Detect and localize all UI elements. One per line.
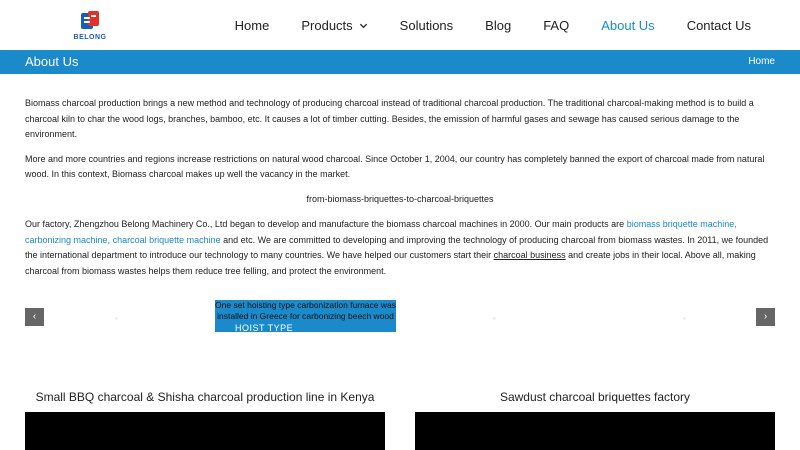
logo-text: BELONG: [73, 34, 107, 41]
slider-next-button[interactable]: ›: [756, 308, 775, 326]
link-charcoal-business[interactable]: charcoal business: [494, 250, 566, 260]
nav-blog[interactable]: Blog: [485, 18, 511, 33]
nav-faq[interactable]: FAQ: [543, 18, 569, 33]
slider-dot: [115, 317, 118, 320]
page-title-bar: About Us Home: [0, 50, 800, 74]
slide-caption: One set hoisting type carbonization furn…: [215, 300, 396, 321]
paragraph-2: More and more countries and regions incr…: [25, 153, 765, 180]
site-header: BELONG Home Products Solutions Blog FAQ …: [0, 0, 800, 50]
nav-products-label: Products: [301, 17, 353, 33]
chevron-down-icon: [359, 23, 367, 28]
paragraph-1: Biomass charcoal production brings a new…: [25, 98, 754, 139]
nav-home[interactable]: Home: [235, 18, 270, 33]
link-biomass-briquette-machine[interactable]: biomass briquette machine,: [627, 219, 737, 229]
belong-logo[interactable]: BELONG: [70, 10, 110, 44]
p3-text-a: Our factory, Zhengzhou Belong Machinery …: [25, 219, 627, 229]
image-alt-text: from-biomass-briquettes-to-charcoal-briq…: [306, 193, 494, 204]
nav-products[interactable]: Products: [301, 18, 367, 33]
link-carbonizing-machine[interactable]: carbonizing machine,: [25, 235, 110, 245]
slide-tag: HOIST TYPE: [235, 323, 294, 332]
video-title-sawdust: Sawdust charcoal briquettes factory: [499, 390, 691, 404]
nav-contact-us[interactable]: Contact Us: [687, 18, 751, 33]
video-title-kenya: Small BBQ charcoal & Shisha charcoal pro…: [35, 390, 375, 404]
main-nav: Home Products Solutions Blog FAQ About U…: [235, 0, 800, 50]
paragraph-3: Our factory, Zhengzhou Belong Machinery …: [25, 217, 775, 279]
video-player-sawdust[interactable]: [415, 412, 775, 450]
slider-dot: [493, 317, 496, 320]
about-content: Biomass charcoal production brings a new…: [25, 96, 775, 288]
video-player-kenya[interactable]: [25, 412, 385, 450]
nav-about-us[interactable]: About Us: [601, 18, 654, 33]
link-charcoal-briquette-machine[interactable]: charcoal briquette machine: [113, 235, 221, 245]
logo-mark-icon: [81, 11, 99, 29]
page-title: About Us: [25, 54, 79, 69]
nav-solutions[interactable]: Solutions: [400, 18, 453, 33]
slide-card[interactable]: One set hoisting type carbonization furn…: [215, 300, 396, 332]
slider-dot: [683, 317, 686, 320]
breadcrumb-home[interactable]: Home: [748, 56, 775, 67]
slider-prev-button[interactable]: ‹: [25, 308, 44, 326]
